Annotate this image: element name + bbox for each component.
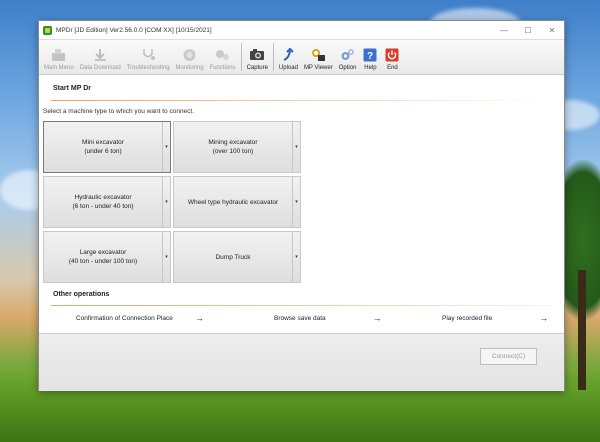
app-logo-icon — [43, 25, 52, 35]
machine-name: Large excavator — [79, 249, 127, 256]
section-title: Start MP Dr — [53, 85, 91, 92]
functions-icon — [215, 47, 231, 62]
machine-tonnage: (40 ton - under 100 ton) — [68, 258, 138, 265]
troubleshooting-button[interactable]: Troubleshooting — [124, 42, 173, 74]
minimize-button[interactable]: — — [492, 26, 516, 35]
monitoring-icon — [182, 47, 198, 62]
arrow-right-icon: → — [539, 313, 549, 323]
main-content: Start MP Dr Select a machine type to whi… — [39, 74, 564, 323]
main-menu-button[interactable]: Main Menu — [41, 42, 77, 74]
dropdown-arrow-icon[interactable]: ▾ — [162, 177, 170, 227]
machine-name: Wheel type hydraulic excavator — [187, 198, 279, 206]
machine-button-wheel-type-hydraulic-excavator[interactable]: Wheel type hydraulic excavator ▾ — [173, 176, 301, 228]
capture-button[interactable]: Capture — [244, 42, 271, 74]
end-button[interactable]: End — [381, 42, 403, 74]
browse-save-data-link[interactable]: Browse save data → — [274, 309, 382, 327]
app-window: MPDr [JD Edition] Ver2.56.0.0 [COM XX] [… — [38, 20, 565, 391]
confirmation-connection-place-link[interactable]: Confirmation of Connection Place → — [76, 309, 204, 327]
main-menu-icon — [51, 47, 67, 62]
machine-button-mini-excavator[interactable]: Mini excavator (under 6 ton) ▾ — [43, 121, 171, 173]
machine-tonnage: (under 6 ton) — [84, 148, 122, 155]
help-icon: ? — [362, 47, 378, 62]
close-button[interactable]: ✕ — [540, 26, 564, 35]
camera-icon — [249, 47, 265, 62]
toolbar: Main Menu Data Download Troubleshooting … — [39, 40, 564, 75]
power-icon — [384, 47, 400, 62]
machine-button-hydraulic-excavator[interactable]: Hydraulic excavator (6 ton - under 40 to… — [43, 176, 171, 228]
toolbar-separator — [272, 43, 274, 71]
machine-button-large-excavator[interactable]: Large excavator (40 ton - under 100 ton)… — [43, 231, 171, 283]
dropdown-arrow-icon[interactable]: ▾ — [292, 177, 300, 227]
arrow-right-icon: → — [372, 313, 382, 323]
mp-viewer-button[interactable]: MP Viewer — [301, 42, 336, 74]
option-button[interactable]: Option — [336, 42, 360, 74]
instruction-text: Select a machine type to which you want … — [43, 108, 195, 115]
play-recorded-file-link[interactable]: Play recorded file → — [442, 309, 548, 327]
upload-icon — [280, 47, 296, 62]
arrow-right-icon: → — [194, 313, 204, 323]
option-icon — [340, 47, 356, 62]
title-bar: MPDr [JD Edition] Ver2.56.0.0 [COM XX] [… — [39, 21, 564, 40]
dropdown-arrow-icon[interactable]: ▾ — [292, 232, 300, 282]
window-title: MPDr [JD Edition] Ver2.56.0.0 [COM XX] [… — [56, 26, 212, 34]
monitoring-button[interactable]: Monitoring — [173, 42, 207, 74]
maximize-button[interactable]: ☐ — [516, 26, 540, 35]
dropdown-arrow-icon[interactable]: ▾ — [162, 122, 170, 172]
upload-button[interactable]: Upload — [276, 42, 301, 74]
machine-tonnage: (over 100 ton) — [212, 148, 254, 155]
machine-name: Mining excavator — [208, 139, 258, 146]
data-download-button[interactable]: Data Download — [77, 42, 124, 74]
machine-button-dump-truck[interactable]: Dump Truck ▾ — [173, 231, 301, 283]
other-operations-divider — [51, 305, 551, 306]
other-operations-title: Other operations — [53, 291, 110, 298]
footer-bar: Connect(C) — [39, 333, 564, 391]
machine-name: Mini excavator — [82, 139, 124, 146]
data-download-icon — [92, 47, 108, 62]
stethoscope-icon — [140, 47, 156, 62]
svg-text:?: ? — [367, 51, 373, 62]
machine-tonnage: (6 ton - under 40 ton) — [72, 203, 134, 210]
functions-button[interactable]: Functions — [207, 42, 239, 74]
toolbar-separator — [240, 43, 242, 71]
dropdown-arrow-icon[interactable]: ▾ — [292, 122, 300, 172]
mp-viewer-icon — [310, 47, 326, 62]
help-button[interactable]: ? Help — [359, 42, 381, 74]
machine-name: Hydraulic excavator — [74, 194, 132, 201]
dropdown-arrow-icon[interactable]: ▾ — [162, 232, 170, 282]
machine-button-mining-excavator[interactable]: Mining excavator (over 100 ton) ▾ — [173, 121, 301, 173]
machine-name: Dump Truck — [215, 253, 251, 261]
connect-button[interactable]: Connect(C) — [480, 348, 537, 365]
other-operations-list: Confirmation of Connection Place → Brows… — [39, 309, 564, 327]
